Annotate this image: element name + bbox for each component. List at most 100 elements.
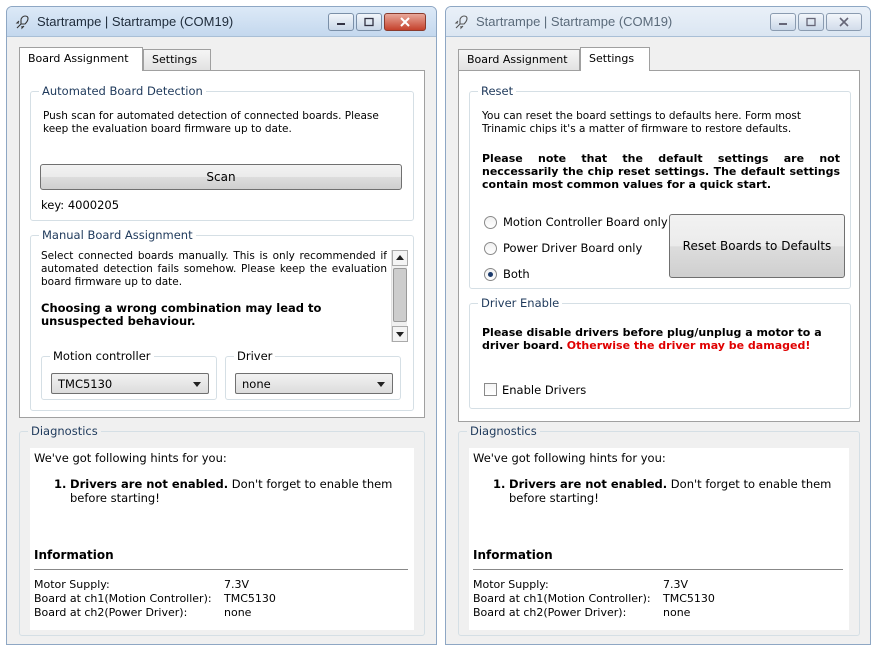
scan-button[interactable]: Scan (40, 164, 402, 190)
hint-item: 1. Drivers are not enabled. Don't forget… (54, 477, 404, 505)
manual-assignment-text-area[interactable]: Select connected boards manually. This i… (41, 250, 387, 340)
arrow-up-icon (396, 255, 404, 260)
maximize-icon (806, 17, 816, 27)
info-key-ch2: Board at ch2(Power Driver): (473, 606, 627, 619)
motion-controller-value: TMC5130 (58, 377, 113, 391)
enable-drivers-checkbox[interactable] (484, 383, 497, 396)
information-table: Motor Supply: 7.3V Board at ch1(Motion C… (34, 578, 404, 628)
driver-enable-group: Driver Enable Please disable drivers bef… (469, 296, 851, 409)
radio-label-motion-controller-only[interactable]: Motion Controller Board only (503, 215, 668, 229)
group-title: Diagnostics (28, 424, 101, 438)
info-key-ch1: Board at ch1(Motion Controller): (34, 592, 212, 605)
dropdown-arrow-icon (193, 382, 201, 387)
info-value-motor-supply: 7.3V (224, 578, 250, 591)
tab-settings[interactable]: Settings (143, 49, 211, 70)
hint-number: 1. (493, 477, 506, 491)
driver-enable-warning-red: Otherwise the driver may be damaged! (566, 339, 811, 352)
diagnostics-intro: We've got following hints for you: (34, 451, 227, 465)
close-icon (400, 17, 410, 27)
rocket-icon (454, 15, 468, 30)
hint-bold-text: Drivers are not enabled. (70, 477, 229, 491)
diagnostics-panel: We've got following hints for you: 1. Dr… (30, 448, 414, 630)
driver-select[interactable]: none (235, 373, 393, 394)
radio-label-power-driver-only[interactable]: Power Driver Board only (503, 241, 642, 255)
driver-label: Driver (234, 349, 276, 363)
maximize-icon (364, 17, 374, 27)
hint-item: 1. Drivers are not enabled. Don't forget… (493, 477, 843, 505)
hint-number: 1. (54, 477, 67, 491)
driver-group: Driver none (225, 349, 401, 400)
close-button[interactable] (384, 13, 426, 31)
arrow-down-icon (396, 332, 404, 337)
information-table: Motor Supply: 7.3V Board at ch1(Motion C… (473, 578, 839, 628)
radio-both[interactable] (484, 268, 497, 281)
key-label: key: 4000205 (41, 198, 120, 212)
scroll-up-button[interactable] (392, 250, 408, 266)
minimize-icon (779, 23, 787, 25)
dropdown-arrow-icon (377, 382, 385, 387)
hint-text-continued: before starting! (509, 491, 599, 505)
hint-bold-text: Drivers are not enabled. (509, 477, 668, 491)
hint-text: Don't forget to enable them (228, 477, 393, 491)
title-bar[interactable]: Startrampe | Startrampe (COM19) (446, 7, 870, 37)
close-button[interactable] (826, 13, 862, 31)
minimize-icon (337, 23, 345, 25)
reset-note: Please note that the default settings ar… (482, 152, 840, 191)
settings-panel: Reset You can reset the board settings t… (458, 70, 860, 422)
info-value-ch1: TMC5130 (224, 592, 276, 605)
information-heading: Information (34, 548, 114, 562)
left-window: Startrampe | Startrampe (COM19) Board As… (6, 6, 437, 645)
group-title: Diagnostics (467, 424, 540, 438)
maximize-button[interactable] (356, 13, 382, 31)
group-title: Reset (478, 84, 517, 98)
automated-detection-group: Automated Board Detection Push scan for … (30, 84, 414, 221)
board-assignment-panel: Automated Board Detection Push scan for … (19, 70, 425, 418)
info-value-ch2: none (663, 606, 691, 619)
information-divider (473, 569, 843, 570)
hint-text: Don't forget to enable them (667, 477, 832, 491)
group-title: Driver Enable (478, 296, 563, 310)
reset-description: You can reset the board settings to defa… (482, 110, 801, 135)
manual-assignment-description: Select connected boards manually. This i… (41, 250, 387, 288)
motion-controller-label: Motion controller (50, 349, 154, 363)
auto-detection-description: Push scan for automated detection of con… (43, 110, 379, 135)
info-value-motor-supply: 7.3V (663, 578, 689, 591)
diagnostics-group: Diagnostics We've got following hints fo… (458, 424, 860, 636)
info-key-motor-supply: Motor Supply: (473, 578, 549, 591)
diagnostics-intro: We've got following hints for you: (473, 451, 666, 465)
minimize-button[interactable] (770, 13, 796, 31)
info-key-ch2: Board at ch2(Power Driver): (34, 606, 188, 619)
title-bar[interactable]: Startrampe | Startrampe (COM19) (7, 7, 436, 37)
tab-board-assignment[interactable]: Board Assignment (19, 47, 143, 71)
driver-enable-warning: Please disable drivers before plug/unplu… (482, 326, 840, 352)
motion-controller-group: Motion controller TMC5130 (41, 349, 217, 400)
motion-controller-select[interactable]: TMC5130 (51, 373, 209, 394)
scroll-thumb[interactable] (393, 268, 407, 322)
rocket-icon (15, 15, 29, 30)
information-divider (34, 569, 408, 570)
info-value-ch2: none (224, 606, 252, 619)
tab-board-assignment[interactable]: Board Assignment (458, 49, 580, 70)
radio-power-driver-only[interactable] (484, 242, 497, 255)
group-title: Manual Board Assignment (39, 228, 196, 242)
reset-group: Reset You can reset the board settings t… (469, 84, 851, 289)
vertical-scrollbar[interactable] (391, 250, 408, 342)
close-icon (839, 17, 849, 27)
hint-text-continued: before starting! (70, 491, 160, 505)
info-key-ch1: Board at ch1(Motion Controller): (473, 592, 651, 605)
diagnostics-panel: We've got following hints for you: 1. Dr… (469, 448, 849, 630)
enable-drivers-label[interactable]: Enable Drivers (502, 383, 586, 397)
minimize-button[interactable] (328, 13, 354, 31)
information-heading: Information (473, 548, 553, 562)
tab-settings[interactable]: Settings (580, 47, 650, 71)
radio-motion-controller-only[interactable] (484, 216, 497, 229)
radio-label-both[interactable]: Both (503, 267, 530, 281)
scroll-down-button[interactable] (392, 326, 408, 342)
window-title: Startrampe | Startrampe (COM19) (476, 14, 673, 29)
maximize-button[interactable] (798, 13, 824, 31)
reset-boards-button[interactable]: Reset Boards to Defaults (669, 214, 845, 278)
manual-assignment-warning: Choosing a wrong combination may lead to… (41, 301, 322, 328)
right-window: Startrampe | Startrampe (COM19) Board As… (445, 6, 871, 645)
info-key-motor-supply: Motor Supply: (34, 578, 110, 591)
group-title: Automated Board Detection (39, 84, 206, 98)
